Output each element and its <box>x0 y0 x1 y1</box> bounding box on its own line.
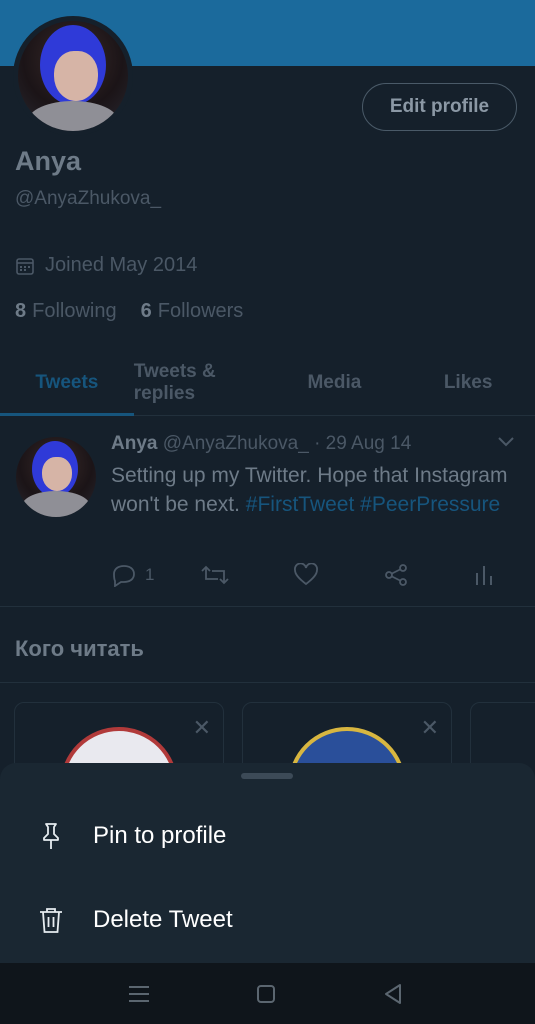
reply-button[interactable]: 1 <box>111 563 154 587</box>
home-icon[interactable] <box>252 981 280 1007</box>
suggestion-cards: ✕ ✕ <box>0 684 535 774</box>
tweet-date: · 29 Aug 14 <box>314 433 412 454</box>
tab-tweets-replies[interactable]: Tweets & replies <box>134 350 268 415</box>
profile-avatar[interactable] <box>13 16 133 136</box>
analytics-button[interactable] <box>473 563 495 587</box>
tweet-avatar[interactable] <box>16 437 96 517</box>
followers-link[interactable]: 6 Followers <box>141 300 244 323</box>
pin-icon <box>43 823 59 849</box>
profile-handle: @AnyaZhukova_ <box>15 188 162 209</box>
trash-icon <box>40 908 62 933</box>
pin-to-profile-label: Pin to profile <box>93 822 227 849</box>
retweet-icon <box>201 565 229 585</box>
tweet-text: Setting up my Twitter. Hope that Instagr… <box>111 464 508 516</box>
tab-likes[interactable]: Likes <box>401 350 535 415</box>
hashtag-link[interactable]: #PeerPressure <box>360 493 500 516</box>
share-button[interactable] <box>383 563 409 587</box>
tweet-handle: @AnyaZhukova_ <box>162 433 309 454</box>
profile-tabs: Tweets Tweets & replies Media Likes <box>0 350 535 416</box>
tweet-header: Anya @AnyaZhukova_ · 29 Aug 14 <box>111 433 411 455</box>
tab-tweets[interactable]: Tweets <box>0 350 134 416</box>
who-to-follow-title: Кого читать <box>15 636 144 661</box>
analytics-icon <box>476 566 492 585</box>
tweet-item[interactable]: Anya @AnyaZhukova_ · 29 Aug 14 Setting u… <box>0 417 535 607</box>
following-link[interactable]: 8 Following <box>15 300 117 323</box>
tab-media[interactable]: Media <box>268 350 402 415</box>
delete-tweet-item[interactable]: Delete Tweet <box>0 885 535 955</box>
hashtag-link[interactable]: #FirstTweet <box>246 493 355 516</box>
system-nav-bar <box>0 963 535 1024</box>
heart-icon <box>294 563 318 586</box>
joined-label: Joined May 2014 <box>45 254 198 276</box>
reply-count: 1 <box>145 565 155 584</box>
edit-profile-button[interactable]: Edit profile <box>362 83 517 131</box>
joined-date: Joined May 2014 <box>15 254 197 277</box>
back-icon[interactable] <box>380 981 408 1007</box>
calendar-icon <box>16 257 34 275</box>
follow-stats: 8 Following 6 Followers <box>15 300 243 323</box>
retweet-button[interactable] <box>201 563 229 587</box>
tweet-actions: 1 <box>111 563 506 591</box>
reply-icon <box>113 565 135 587</box>
pin-to-profile-item[interactable]: Pin to profile <box>0 801 535 871</box>
tweet-options-sheet: Pin to profile Delete Tweet <box>0 763 535 963</box>
delete-tweet-label: Delete Tweet <box>93 906 233 933</box>
profile-name: Anya <box>15 146 82 176</box>
sheet-drag-handle[interactable] <box>241 773 293 779</box>
like-button[interactable] <box>293 563 319 587</box>
share-icon <box>385 564 407 586</box>
tweet-author[interactable]: Anya <box>111 433 157 454</box>
close-icon[interactable]: ✕ <box>193 715 211 741</box>
chevron-down-icon[interactable] <box>496 435 516 449</box>
close-icon[interactable]: ✕ <box>421 715 439 741</box>
menu-icon[interactable] <box>125 981 153 1007</box>
who-to-follow-section: Кого читать <box>0 608 535 683</box>
